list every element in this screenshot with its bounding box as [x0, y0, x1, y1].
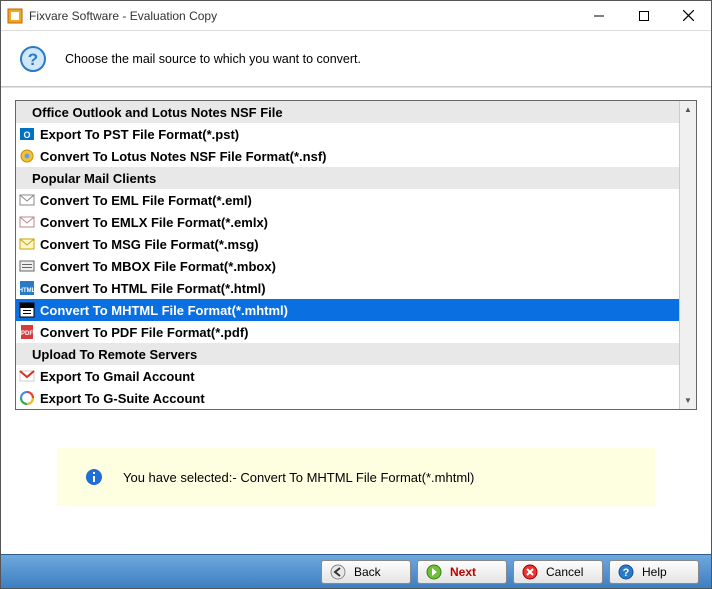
html-icon: HTML: [18, 279, 36, 297]
cancel-icon: [522, 564, 538, 580]
help-icon: ?: [618, 564, 634, 580]
emlx-icon: [18, 213, 36, 231]
list-item[interactable]: PDF Convert To PDF File Format(*.pdf): [16, 321, 679, 343]
list-group-header: Office Outlook and Lotus Notes NSF File: [16, 101, 679, 123]
list-item-label: Convert To PDF File Format(*.pdf): [40, 325, 248, 340]
list-item-label: Convert To MHTML File Format(*.mhtml): [40, 303, 288, 318]
scroll-down-button[interactable]: ▼: [680, 392, 696, 409]
next-arrow-icon: [426, 564, 442, 580]
mhtml-icon: [18, 301, 36, 319]
list-item-label: Convert To Lotus Notes NSF File Format(*…: [40, 149, 327, 164]
scrollbar[interactable]: ▲ ▼: [679, 101, 696, 409]
eml-icon: [18, 191, 36, 209]
gmail-icon: [18, 367, 36, 385]
format-list[interactable]: Office Outlook and Lotus Notes NSF FileO…: [16, 101, 679, 409]
help-button[interactable]: ? Help: [609, 560, 699, 584]
list-item-label: Export To PST File Format(*.pst): [40, 127, 239, 142]
format-list-container: Office Outlook and Lotus Notes NSF FileO…: [15, 100, 697, 410]
list-item[interactable]: Convert To EML File Format(*.eml): [16, 189, 679, 211]
list-item-label: Convert To EML File Format(*.eml): [40, 193, 252, 208]
list-item[interactable]: Convert To MSG File Format(*.msg): [16, 233, 679, 255]
list-item[interactable]: Convert To MBOX File Format(*.mbox): [16, 255, 679, 277]
list-item[interactable]: Convert To EMLX File Format(*.emlx): [16, 211, 679, 233]
app-window: Fixvare Software - Evaluation Copy ? Cho…: [0, 0, 712, 589]
list-item-label: Convert To MBOX File Format(*.mbox): [40, 259, 276, 274]
list-item-label: Convert To EMLX File Format(*.emlx): [40, 215, 268, 230]
instruction-header: ? Choose the mail source to which you wa…: [1, 31, 711, 86]
titlebar: Fixvare Software - Evaluation Copy: [1, 1, 711, 31]
lotus-nsf-icon: [18, 147, 36, 165]
list-item[interactable]: HTML Convert To HTML File Format(*.html): [16, 277, 679, 299]
list-item[interactable]: Export To G-Suite Account: [16, 387, 679, 409]
list-group-header: Popular Mail Clients: [16, 167, 679, 189]
next-label: Next: [450, 565, 476, 579]
back-arrow-icon: [330, 564, 346, 580]
selection-info-text: You have selected:- Convert To MHTML Fil…: [123, 470, 474, 485]
help-label: Help: [642, 565, 667, 579]
question-icon: ?: [19, 45, 47, 73]
footer-bar: Back Next Cancel ? Help: [1, 554, 711, 588]
list-item[interactable]: Export To Gmail Account: [16, 365, 679, 387]
scroll-up-button[interactable]: ▲: [680, 101, 696, 118]
body-area: Office Outlook and Lotus Notes NSF FileO…: [1, 88, 711, 554]
instruction-text: Choose the mail source to which you want…: [65, 52, 361, 66]
cancel-label: Cancel: [546, 565, 583, 579]
svg-text:HTML: HTML: [19, 288, 35, 294]
svg-text:O: O: [23, 130, 30, 140]
cancel-button[interactable]: Cancel: [513, 560, 603, 584]
selection-info-panel: You have selected:- Convert To MHTML Fil…: [57, 448, 655, 506]
window-title: Fixvare Software - Evaluation Copy: [29, 9, 576, 23]
back-button[interactable]: Back: [321, 560, 411, 584]
pdf-icon: PDF: [18, 323, 36, 341]
list-item[interactable]: O Export To PST File Format(*.pst): [16, 123, 679, 145]
list-item-label: Export To Gmail Account: [40, 369, 195, 384]
svg-text:?: ?: [28, 50, 38, 69]
list-item-label: Export To G-Suite Account: [40, 391, 205, 406]
msg-icon: [18, 235, 36, 253]
gsuite-icon: [18, 389, 36, 407]
info-icon: [85, 468, 103, 486]
svg-text:?: ?: [623, 567, 630, 579]
close-button[interactable]: [666, 1, 711, 31]
svg-text:PDF: PDF: [21, 331, 33, 337]
list-group-header: Upload To Remote Servers: [16, 343, 679, 365]
back-label: Back: [354, 565, 381, 579]
info-selection: Convert To MHTML File Format(*.mhtml): [240, 470, 474, 485]
outlook-pst-icon: O: [18, 125, 36, 143]
list-item[interactable]: Convert To MHTML File Format(*.mhtml): [16, 299, 679, 321]
mbox-icon: [18, 257, 36, 275]
maximize-button[interactable]: [621, 1, 666, 31]
info-prefix: You have selected:-: [123, 470, 240, 485]
list-item-label: Convert To HTML File Format(*.html): [40, 281, 266, 296]
list-item-label: Convert To MSG File Format(*.msg): [40, 237, 259, 252]
minimize-button[interactable]: [576, 1, 621, 31]
next-button[interactable]: Next: [417, 560, 507, 584]
window-controls: [576, 1, 711, 31]
list-item[interactable]: Convert To Lotus Notes NSF File Format(*…: [16, 145, 679, 167]
app-icon: [7, 8, 23, 24]
